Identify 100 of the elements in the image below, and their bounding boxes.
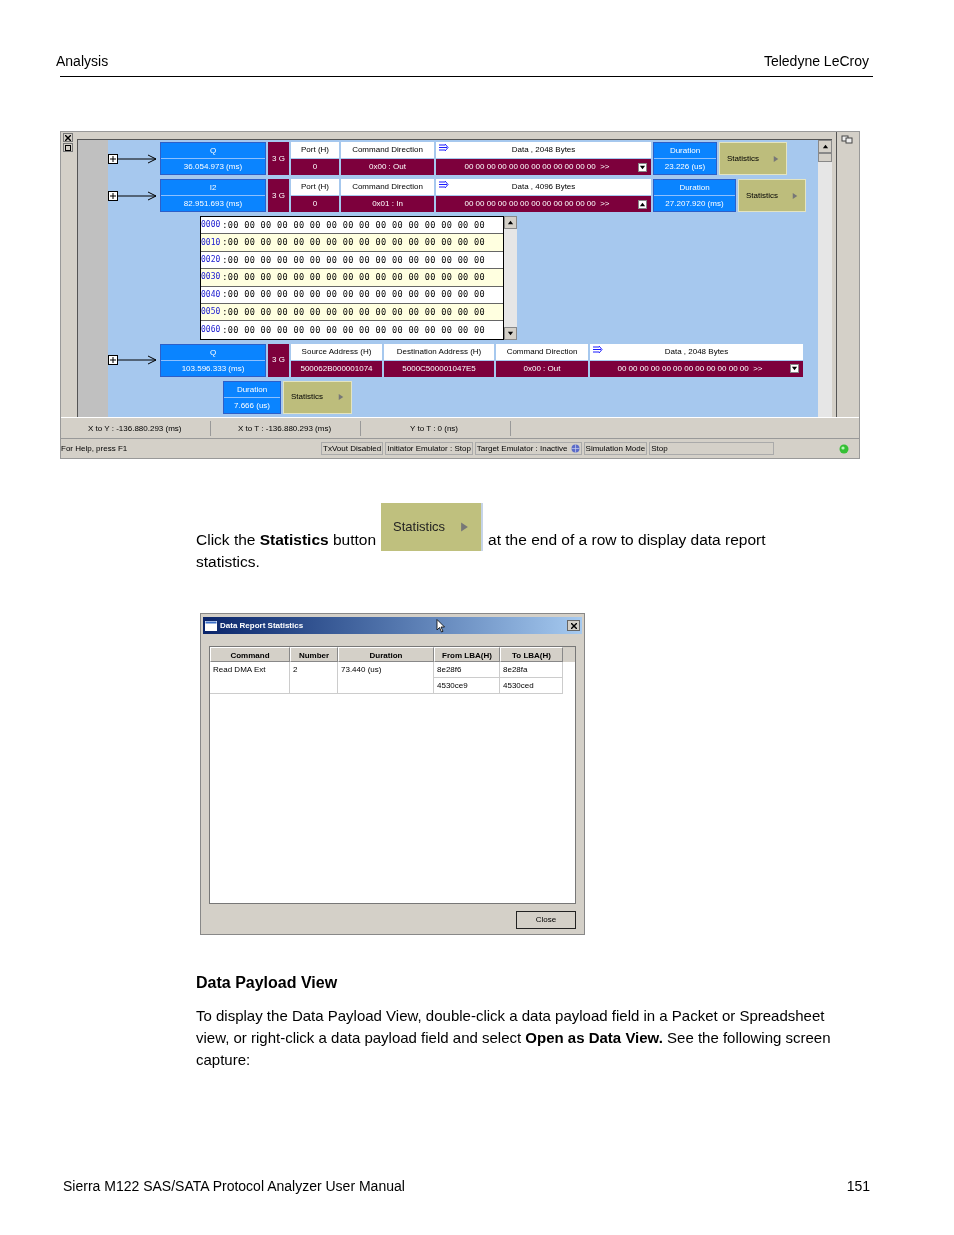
dropdown-toggle[interactable] [638,162,647,172]
statistics-button[interactable]: Statistics [283,380,352,414]
table-cell: 73.440 (us) [338,662,434,694]
statistics-button[interactable]: Statistics [381,503,484,551]
field-value: 0x00 : Out [496,360,588,377]
scroll-up-button[interactable] [818,140,832,153]
field-value: 103.596.333 (ms) [161,359,265,376]
close-icon [64,134,71,141]
field-value: 23.226 (us) [654,158,716,174]
instruction-text: at the end of a row to display data report [488,530,766,550]
up-icon [507,219,514,226]
field-value: 500062B000001074 [291,360,382,377]
dropdown-toggle[interactable] [638,199,647,209]
dropdown-icon [639,163,646,171]
arrow-icon [593,345,603,353]
close-button[interactable] [62,133,73,142]
hex-bytes: :00 00 00 00 00 00 00 00 00 00 00 00 00 00 00 00 [222,323,485,337]
triangle-icon [460,521,470,533]
field-label: Command Direction [341,179,434,195]
hex-offset: 0040 [201,288,221,301]
hex-offset: 0000 [201,219,221,232]
field-label: Destination Address (H) [384,343,494,360]
hex-offset: 0010 [201,236,221,249]
field-label: Command Direction [496,343,588,360]
scroll-thumb[interactable] [818,153,832,162]
window-icon [64,144,71,151]
field-value: 0x00 : Out [341,159,434,175]
field-value: 0x01 : In [341,196,434,212]
field-label: Data , 2048 Bytes [663,345,730,358]
globe-icon [570,444,580,453]
arrow-icon [439,181,449,188]
statistics-button[interactable]: Statistics [738,179,806,212]
column-header: From LBA(H) [434,647,500,662]
page-number: 151 [846,1177,870,1195]
scroll-up-button[interactable] [504,216,517,229]
triangle-icon [338,393,344,402]
manual-title: Sierra M122 SAS/SATA Protocol Analyzer User Manual [63,1177,405,1195]
instruction-text: Click the Statistics button [196,530,377,550]
scroll-down-button[interactable] [504,326,517,340]
field-value: 00 00 00 00 00 00 00 00 00 00 00 00 >> [463,198,611,210]
arrow-connector [118,355,158,366]
field-value: 00 00 00 00 00 00 00 00 00 00 00 00 >> [616,362,764,375]
restore-button[interactable] [62,143,73,152]
field-value: 00 00 00 00 00 00 00 00 00 00 00 00 >> [463,161,611,173]
speed-badge: 3 G [268,343,289,377]
plus-icon [110,155,116,162]
speed-badge: 3 G [268,179,289,212]
dropdown-toggle[interactable] [790,364,799,374]
up-icon [821,143,829,150]
close-button[interactable] [567,620,580,631]
field-value: 0 [291,159,339,175]
split-icon[interactable] [841,135,853,144]
arrow-connector [118,190,158,201]
expand-button[interactable] [108,190,118,201]
field-label: Port (H) [291,142,339,158]
table-cell: 4530ced [500,678,563,694]
table-cell: 2 [290,662,338,694]
close-button[interactable]: Close [516,911,576,929]
table-cell: 4530ce9 [434,678,500,694]
column-header: Command [210,647,290,662]
field-value: 36.054.973 (ms) [161,158,265,174]
hex-offset: 0030 [201,271,221,284]
field-label: Duration [668,145,702,157]
hex-bytes: :00 00 00 00 00 00 00 00 00 00 00 00 00 00 00 00 [222,236,485,250]
expand-button[interactable] [108,355,118,366]
instruction-text: statistics. [196,552,261,572]
plus-icon [110,357,116,364]
section-heading: Data Payload View [196,973,339,993]
status-pane: TxVout Disabled [321,442,384,455]
plus-icon [110,192,116,199]
table-cell: Read DMA Ext [210,662,290,694]
company-name: Teledyne LeCroy [763,52,869,71]
triangle-icon [792,191,798,200]
status-pane: Simulation Mode [583,442,648,455]
cursor-readout: X to Y : -136.880.293 (ms) [61,420,211,436]
status-pane: Stop [649,442,775,455]
field-value: 7.666 (us) [224,396,280,413]
window-icon [205,620,217,631]
hex-offset: 0060 [201,324,221,337]
statistics-button[interactable]: Statistics [719,142,787,175]
hex-bytes: :00 00 00 00 00 00 00 00 00 00 00 00 00 00 00 00 [222,288,485,302]
status-pane: Initiator Emulator : Stop [385,442,473,455]
mouse-cursor-icon [436,618,446,633]
dropdown-icon [791,365,798,373]
speed-badge: 3 G [268,142,289,175]
field-label: Data , 2048 Bytes [510,144,577,156]
column-header: To LBA(H) [500,647,563,662]
hex-offset: 0020 [201,253,221,266]
field-value: 5000C500001047E5 [384,360,494,377]
hex-bytes: :00 00 00 00 00 00 00 00 00 00 00 00 00 00 00 00 [222,305,485,319]
hex-offset: 0050 [201,306,221,319]
field-label: I2 [208,182,218,194]
field-label: Data , 4096 Bytes [510,181,577,193]
window-title: Data Report Statistics [220,619,304,632]
status-pane: For Help, press F1 [61,443,129,455]
expand-button[interactable] [108,153,118,164]
body-text: To display the Data Payload View, double-click a data payload field in a Packet or Spreadsheet view, or right-click a data payload field and select Open as Data View. See the following screen capture: [196,1006,832,1070]
field-value: 27.207.920 (ms) [654,195,735,211]
collapse-icon [639,200,646,208]
table-cell: 8e28f6 [434,662,500,678]
